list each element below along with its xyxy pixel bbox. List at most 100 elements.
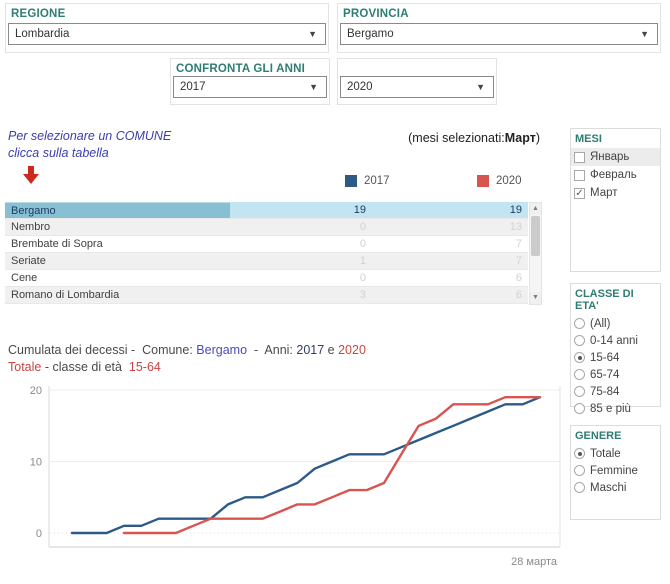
age-class-label: 75-84	[590, 386, 619, 398]
red-down-arrow-icon	[22, 166, 40, 184]
cumulative-line-2017	[72, 397, 540, 533]
value-2017-cell: 1	[230, 253, 376, 269]
checkbox-icon[interactable]	[574, 170, 585, 181]
radio-selected-icon[interactable]	[574, 448, 585, 459]
scroll-up-icon[interactable]: ▲	[530, 203, 541, 215]
value-2017-cell: 0	[230, 270, 376, 286]
chart-title-segment: Anni:	[264, 343, 296, 357]
comune-cell: Cene	[5, 270, 230, 286]
chart-title-segment: Cumulata dei decessi -	[8, 343, 142, 357]
anno2-value: 2020	[347, 77, 373, 97]
table-scrollbar[interactable]: ▲ ▼	[529, 202, 542, 305]
age-class-label: (All)	[590, 318, 610, 330]
months-note-suffix: )	[536, 131, 540, 145]
comune-cell: Bergamo	[5, 202, 230, 218]
month-item[interactable]: Февраль	[571, 166, 660, 184]
chart-title-line1: Cumulata dei decessi - Comune: Bergamo -…	[8, 342, 366, 359]
radio-icon[interactable]	[574, 386, 585, 397]
age-class-item[interactable]: 65-74	[571, 366, 660, 383]
age-class-item[interactable]: 15-64	[571, 349, 660, 366]
classe-eta-title: CLASSE DI ETA'	[571, 284, 660, 315]
chart-title-segment: 15-64	[129, 360, 161, 374]
genere-title: GENERE	[571, 426, 660, 445]
checkbox-icon[interactable]	[574, 152, 585, 163]
radio-icon[interactable]	[574, 318, 585, 329]
legend-swatch-icon	[477, 175, 489, 187]
scrollbar-thumb[interactable]	[531, 216, 540, 256]
table-row[interactable]: Bergamo1919	[5, 202, 528, 219]
anno2-panel: 2020 ▼	[337, 58, 497, 105]
selected-months-note: (mesi selezionati:Март)	[408, 131, 540, 145]
provincia-value: Bergamo	[347, 24, 394, 44]
classe-eta-items: (All) 0-14 anni 15-64 65-74 75-84 85 e più	[571, 315, 660, 417]
instruction-line2: clicca sulla tabella	[8, 145, 171, 162]
age-class-label: 85 e più	[590, 403, 631, 415]
radio-selected-icon[interactable]	[574, 352, 585, 363]
checkbox-checked-icon[interactable]: ✓	[574, 188, 585, 199]
month-item[interactable]: ✓ Март	[571, 184, 660, 202]
value-2017-cell: 3	[230, 287, 376, 303]
legend-item-2017[interactable]: 2017	[345, 172, 390, 186]
age-class-item[interactable]: 75-84	[571, 383, 660, 400]
mesi-items: Январь Февраль ✓ Март	[571, 148, 660, 202]
age-class-item[interactable]: (All)	[571, 315, 660, 332]
age-class-label: 0-14 anni	[590, 335, 638, 347]
gender-label: Totale	[590, 448, 621, 460]
scroll-down-icon[interactable]: ▼	[530, 292, 541, 304]
age-class-label: 15-64	[590, 352, 619, 364]
comune-cell: Brembate di Sopra	[5, 236, 230, 252]
radio-icon[interactable]	[574, 465, 585, 476]
month-item[interactable]: Январь	[571, 148, 660, 166]
radio-icon[interactable]	[574, 369, 585, 380]
chart-title-segment: Bergamo	[196, 343, 247, 357]
comune-cell: Seriate	[5, 253, 230, 269]
chart-title-segment: -	[247, 343, 264, 357]
chart-title-segment: e	[324, 343, 338, 357]
radio-icon[interactable]	[574, 482, 585, 493]
anno2-dropdown[interactable]: 2020 ▼	[340, 76, 494, 98]
month-label: Март	[590, 187, 618, 199]
confronta-anni-label: CONFRONTA GLI ANNI	[176, 63, 305, 75]
value-2017-cell: 0	[230, 219, 376, 235]
chart-title-segment: 2017	[296, 343, 324, 357]
age-class-item[interactable]: 85 e più	[571, 400, 660, 417]
table-row[interactable]: Romano di Lombardia36	[5, 287, 528, 304]
chevron-down-icon: ▼	[309, 77, 318, 97]
legend-item-2020[interactable]: 2020	[477, 172, 522, 186]
gender-label: Femmine	[590, 465, 638, 477]
instruction-text: Per selezionare un COMUNE clicca sulla t…	[8, 128, 171, 162]
month-label: Февраль	[590, 169, 637, 181]
chart-title-segment: 2020	[338, 343, 366, 357]
radio-icon[interactable]	[574, 335, 585, 346]
anno1-dropdown[interactable]: 2017 ▼	[173, 76, 327, 98]
table-row[interactable]: Brembate di Sopra07	[5, 236, 528, 253]
table-row[interactable]: Nembro013	[5, 219, 528, 236]
regione-dropdown[interactable]: Lombardia ▼	[8, 23, 326, 45]
value-2017-cell: 19	[230, 202, 376, 218]
gender-item[interactable]: Femmine	[571, 462, 660, 479]
y-axis-tick-label: 20	[30, 385, 42, 397]
genere-items: Totale Femmine Maschi	[571, 445, 660, 496]
table-row[interactable]: Seriate17	[5, 253, 528, 270]
months-note-month: Март	[505, 131, 536, 145]
provincia-dropdown[interactable]: Bergamo ▼	[340, 23, 658, 45]
age-class-item[interactable]: 0-14 anni	[571, 332, 660, 349]
chart-title: Cumulata dei decessi - Comune: Bergamo -…	[8, 342, 366, 376]
gender-item[interactable]: Totale	[571, 445, 660, 462]
age-class-label: 65-74	[590, 369, 619, 381]
table-row[interactable]: Cene06	[5, 270, 528, 287]
gender-item[interactable]: Maschi	[571, 479, 660, 496]
chart-title-line2: Totale - classe di età 15-64	[8, 359, 366, 376]
chevron-down-icon: ▼	[476, 77, 485, 97]
regione-filter-panel: REGIONE Lombardia ▼	[5, 3, 329, 53]
comune-cell: Nembro	[5, 219, 230, 235]
regione-label: REGIONE	[11, 8, 65, 20]
chart-title-segment: Totale	[8, 360, 41, 374]
radio-icon[interactable]	[574, 403, 585, 414]
cumulative-line-2020	[124, 397, 540, 533]
confronta-anni-panel: CONFRONTA GLI ANNI 2017 ▼	[170, 58, 330, 105]
value-2017-cell: 0	[230, 236, 376, 252]
chevron-down-icon: ▼	[640, 24, 649, 44]
comune-table-body: Bergamo1919Nembro013Brembate di Sopra07S…	[5, 202, 528, 304]
months-note-prefix: (mesi selezionati:	[408, 131, 505, 145]
